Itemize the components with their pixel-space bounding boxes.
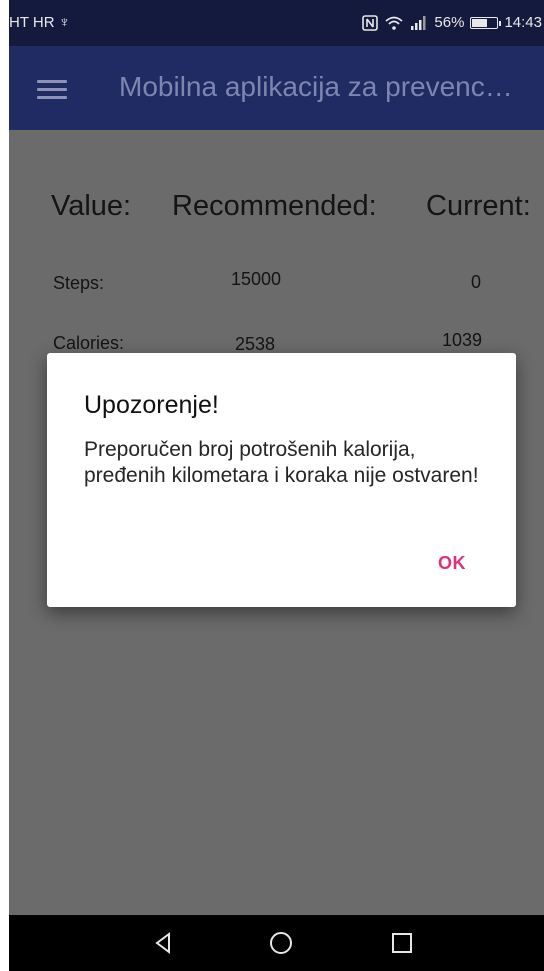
battery-icon	[470, 16, 502, 29]
calories-recommended: 2538	[235, 334, 276, 354]
calories-current: 1039	[442, 330, 483, 350]
warning-dialog: Upozorenje! Preporučen broj potrošenih k…	[47, 353, 516, 607]
carrier-label: HT HR ♆	[9, 14, 70, 31]
clock: 14:43	[504, 14, 542, 31]
steps-label: Steps:	[53, 273, 105, 293]
navigation-bar	[9, 915, 544, 971]
recents-icon[interactable]	[386, 927, 418, 959]
app-bar: Mobilna aplikacija za prevenc…	[9, 46, 544, 130]
status-bar: HT HR ♆ 56% 14:43	[9, 0, 544, 46]
status-icons: 56% 14:43	[362, 14, 542, 31]
steps-recommended: 15000	[231, 269, 282, 289]
battery-percent: 56%	[434, 14, 465, 31]
dialog-message: Preporučen broj potrošenih kalorija, pre…	[84, 438, 479, 487]
steps-current: 0	[471, 272, 482, 292]
calories-label: Calories:	[53, 333, 125, 353]
header-value: Value:	[51, 190, 132, 222]
header-current: Current:	[426, 190, 531, 222]
signal-icon	[411, 15, 426, 30]
nfc-icon	[362, 14, 379, 31]
home-icon[interactable]	[265, 927, 297, 959]
back-icon[interactable]	[147, 927, 179, 959]
header-recommended: Recommended:	[172, 190, 377, 222]
app-title: Mobilna aplikacija za prevenc…	[119, 71, 513, 102]
wifi-icon	[385, 16, 404, 30]
dialog-title: Upozorenje!	[84, 391, 219, 419]
ok-button[interactable]: OK	[438, 553, 466, 574]
menu-icon[interactable]	[37, 80, 67, 100]
phone-screen: HT HR ♆ 56% 14:43 Mobilna aplikacija za …	[9, 0, 544, 971]
